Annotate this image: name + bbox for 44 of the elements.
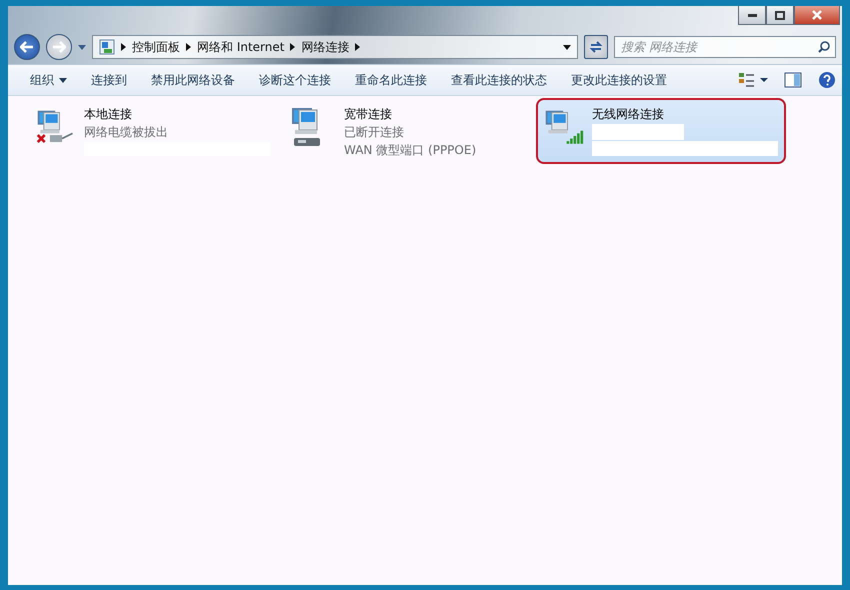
connection-item[interactable]: 无线网络连接 xyxy=(536,98,786,164)
search-icon xyxy=(818,41,830,53)
refresh-button[interactable] xyxy=(584,35,608,59)
address-bar[interactable]: 控制面板 网络和 Internet 网络连接 xyxy=(92,35,578,59)
help-icon[interactable] xyxy=(818,71,836,89)
toolbar-button[interactable]: 重命名此连接 xyxy=(347,68,435,92)
view-options-icon[interactable] xyxy=(738,72,768,88)
refresh-icon xyxy=(589,40,603,54)
minimize-icon xyxy=(748,14,756,16)
search-field[interactable]: 搜索 网络连接 xyxy=(614,36,836,58)
maximize-button[interactable] xyxy=(766,6,794,25)
caret-icon xyxy=(59,78,67,82)
chevron-icon[interactable] xyxy=(121,43,126,51)
connection-name: 无线网络连接 xyxy=(592,106,665,123)
connection-status: 网络电缆被拔出 xyxy=(84,124,169,141)
chevron-icon[interactable] xyxy=(355,43,360,51)
toolbar-button[interactable]: 组织 xyxy=(22,68,75,92)
toolbar-button[interactable]: 连接到 xyxy=(83,68,135,92)
breadcrumb-item[interactable]: 控制面板 xyxy=(132,38,180,56)
connection-name: 本地连接 xyxy=(84,106,133,123)
forward-button[interactable] xyxy=(46,34,72,60)
forward-arrow-icon xyxy=(52,41,66,53)
close-icon xyxy=(812,10,822,20)
connection-status: 已断开连接 xyxy=(344,124,405,141)
history-dropdown-icon[interactable] xyxy=(78,44,86,50)
back-arrow-icon xyxy=(20,41,34,53)
device-name: WAN 微型端口 (PPPOE) xyxy=(344,142,476,159)
back-button[interactable] xyxy=(14,34,40,60)
dropdown-arrow-icon[interactable] xyxy=(563,44,571,50)
connection-item[interactable]: 宽带连接 已断开连接 WAN 微型端口 (PPPOE) xyxy=(282,98,532,164)
toolbar-button[interactable]: 查看此连接的状态 xyxy=(443,68,555,92)
breadcrumb-item[interactable]: 网络连接 xyxy=(301,38,350,56)
minimize-button[interactable] xyxy=(738,6,766,25)
control-panel-icon xyxy=(99,39,115,55)
maximize-icon xyxy=(775,10,785,20)
connection-name: 宽带连接 xyxy=(344,106,393,123)
breadcrumb-item[interactable]: 网络和 Internet xyxy=(197,38,284,56)
close-button[interactable] xyxy=(794,6,840,25)
chevron-icon[interactable] xyxy=(290,43,296,51)
preview-pane-icon[interactable] xyxy=(784,72,802,88)
toolbar-button[interactable]: 诊断这个连接 xyxy=(251,68,339,92)
toolbar-button[interactable]: 禁用此网络设备 xyxy=(143,68,243,92)
toolbar-button[interactable]: 更改此连接的设置 xyxy=(563,68,675,92)
chevron-icon[interactable] xyxy=(186,43,191,51)
